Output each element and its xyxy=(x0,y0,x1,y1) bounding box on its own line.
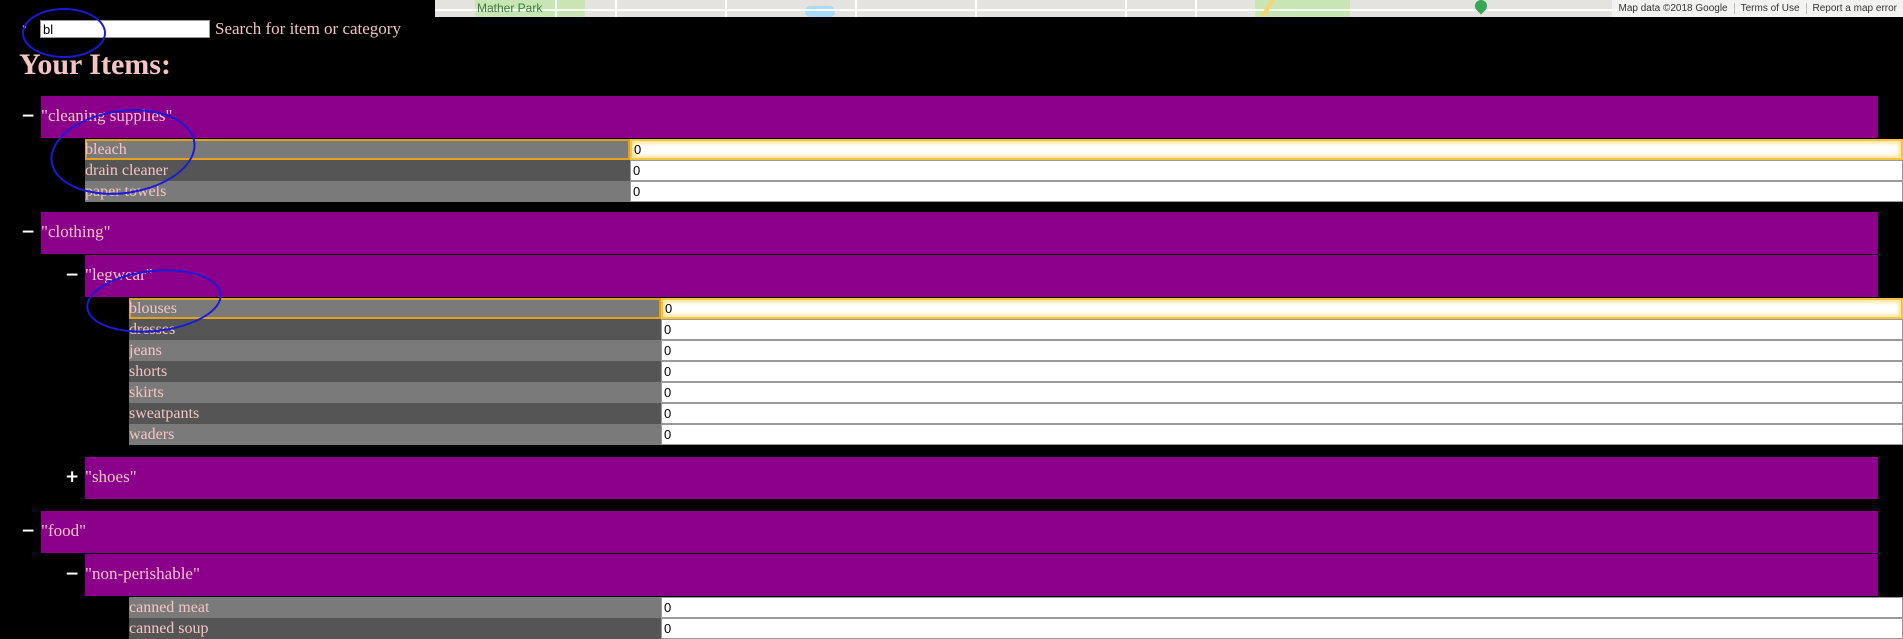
list-item: paper towels 0 xyxy=(85,181,1903,202)
page-title: Your Items: xyxy=(19,48,171,81)
item-name: sweatpants xyxy=(129,403,661,424)
list-item: sweatpants 0 xyxy=(129,403,1903,424)
quantity-field[interactable]: 0 xyxy=(661,382,1903,403)
category-shoes[interactable]: "shoes" xyxy=(85,457,1878,499)
item-name: paper towels xyxy=(85,181,630,202)
quantity-field[interactable]: 0 xyxy=(630,139,1903,160)
quantity-field[interactable]: 0 xyxy=(661,340,1903,361)
list-item: shorts 0 xyxy=(129,361,1903,382)
category-label: "shoes" xyxy=(85,467,137,486)
collapse-toggle-food[interactable]: − xyxy=(21,521,35,541)
list-item: blouses 0 xyxy=(129,298,1903,319)
list-item: bleach 0 xyxy=(85,139,1903,160)
quantity-field[interactable]: 0 xyxy=(661,319,1903,340)
map-strip[interactable]: Mather Park Map data ©2018 Google Terms … xyxy=(435,0,1903,17)
category-legwear[interactable]: "legwear" xyxy=(85,255,1878,297)
map-road xyxy=(855,0,857,17)
map-data-credit: Map data ©2018 Google xyxy=(1612,3,1735,14)
category-label: "legwear" xyxy=(85,265,153,284)
quantity-field[interactable]: 0 xyxy=(661,597,1903,618)
collapse-toggle-non-perishable[interactable]: − xyxy=(65,564,79,584)
quantity-field[interactable]: 0 xyxy=(661,424,1903,445)
item-name: jeans xyxy=(129,340,661,361)
item-name: shorts xyxy=(129,361,661,382)
collapse-toggle-cleaning[interactable]: − xyxy=(21,106,35,126)
map-attribution: Map data ©2018 Google Terms of Use Repor… xyxy=(1612,0,1903,17)
list-item: waders 0 xyxy=(129,424,1903,445)
category-food[interactable]: "food" xyxy=(41,511,1878,553)
map-road xyxy=(975,0,977,17)
search-marker: " xyxy=(22,21,27,36)
list-item: canned meat 0 xyxy=(129,597,1903,618)
category-label: "non-perishable" xyxy=(85,564,200,583)
quantity-field[interactable]: 0 xyxy=(661,361,1903,382)
category-non-perishable[interactable]: "non-perishable" xyxy=(85,554,1878,596)
category-label: "clothing" xyxy=(41,222,111,241)
map-park-label: Mather Park xyxy=(477,1,543,15)
collapse-toggle-clothing[interactable]: − xyxy=(21,222,35,242)
quantity-field[interactable]: 0 xyxy=(630,160,1903,181)
search-row: " Search for item or category xyxy=(22,18,401,40)
quantity-field[interactable]: 0 xyxy=(661,403,1903,424)
item-name: canned meat xyxy=(129,597,661,618)
map-road xyxy=(1195,0,1197,17)
quantity-field[interactable]: 0 xyxy=(661,298,1903,319)
list-item: jeans 0 xyxy=(129,340,1903,361)
item-name: drain cleaner xyxy=(85,160,630,181)
map-road xyxy=(555,0,557,17)
collapse-toggle-legwear[interactable]: − xyxy=(65,265,79,285)
item-name: bleach xyxy=(85,139,630,160)
category-label: "food" xyxy=(41,521,87,540)
map-pin-icon[interactable] xyxy=(1472,0,1490,15)
report-map-error-link[interactable]: Report a map error xyxy=(1807,3,1903,14)
item-name: blouses xyxy=(129,298,661,319)
category-label: "cleaning supplies" xyxy=(41,106,173,125)
terms-of-use-link[interactable]: Terms of Use xyxy=(1735,3,1807,14)
list-item: skirts 0 xyxy=(129,382,1903,403)
item-name: skirts xyxy=(129,382,661,403)
expand-toggle-shoes[interactable]: + xyxy=(65,467,79,487)
category-clothing[interactable]: "clothing" xyxy=(41,212,1878,254)
search-input[interactable] xyxy=(40,20,210,38)
quantity-field[interactable]: 0 xyxy=(630,181,1903,202)
item-name: dresses xyxy=(129,319,661,340)
map-road xyxy=(615,0,617,17)
category-cleaning-supplies[interactable]: "cleaning supplies" xyxy=(41,96,1878,138)
list-item: drain cleaner 0 xyxy=(85,160,1903,181)
search-label: Search for item or category xyxy=(215,19,401,38)
list-item: dresses 0 xyxy=(129,319,1903,340)
map-road xyxy=(1125,0,1127,17)
map-water-area xyxy=(805,6,835,17)
item-name: waders xyxy=(129,424,661,445)
map-road xyxy=(725,0,727,17)
